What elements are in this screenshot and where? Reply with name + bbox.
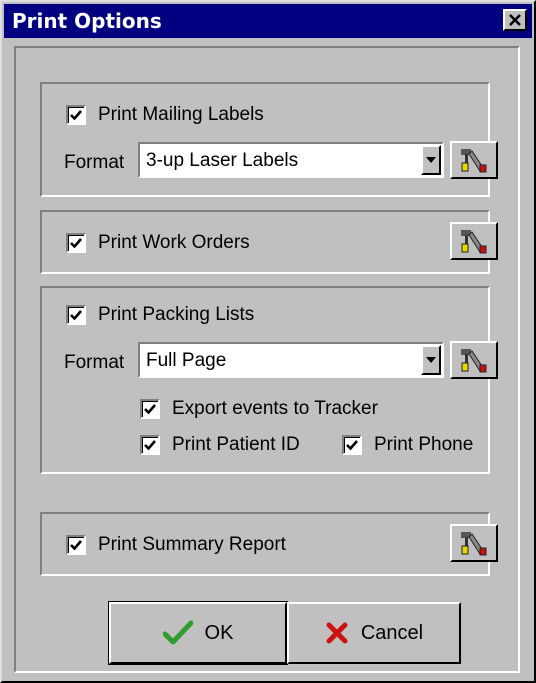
format-label: Format: [64, 152, 125, 173]
packing-lists-setup-button[interactable]: [450, 341, 498, 379]
dropdown-arrow-button[interactable]: [421, 345, 441, 375]
checkbox-box: [140, 435, 160, 455]
work-orders-setup-button[interactable]: [450, 222, 498, 260]
mailing-format-select[interactable]: 3-up Laser Labels: [138, 142, 444, 178]
dialog-client-area: Print Mailing Labels Format 3-up Laser L…: [14, 46, 520, 673]
checkmark-icon: [144, 440, 156, 451]
checkbox-label: Print Work Orders: [98, 232, 250, 253]
checkbox-box: [66, 535, 86, 555]
mailing-labels-group: Print Mailing Labels Format 3-up Laser L…: [40, 82, 498, 197]
print-options-dialog: Print Options Print Mailing Labels Forma…: [0, 0, 536, 683]
checkbox-box: [140, 399, 160, 419]
tools-setup-icon: [461, 230, 487, 254]
checkbox-box: [342, 435, 362, 455]
summary-report-setup-button[interactable]: [450, 524, 498, 562]
checkmark-icon: [70, 238, 82, 249]
select-value: 3-up Laser Labels: [146, 150, 299, 171]
select-value: Full Page: [146, 350, 227, 371]
cancel-label: Cancel: [360, 621, 424, 644]
summary-report-group: Print Summary Report: [40, 512, 498, 576]
chevron-down-icon: [426, 157, 436, 163]
green-check-icon: [162, 620, 193, 645]
red-x-icon: [326, 622, 348, 644]
close-icon: [509, 14, 521, 26]
tools-setup-icon: [461, 532, 487, 556]
print-phone-checkbox[interactable]: Print Phone: [342, 434, 473, 456]
checkbox-box: [66, 105, 86, 125]
print-patient-id-checkbox[interactable]: Print Patient ID: [140, 434, 300, 456]
chevron-down-icon: [426, 357, 436, 363]
format-label: Format: [64, 352, 125, 373]
print-packing-lists-checkbox[interactable]: Print Packing Lists: [66, 304, 254, 326]
mailing-labels-setup-button[interactable]: [450, 141, 498, 179]
checkbox-label: Print Mailing Labels: [98, 104, 264, 125]
checkmark-icon: [346, 440, 358, 451]
work-orders-group: Print Work Orders: [40, 210, 498, 274]
close-button[interactable]: [503, 9, 527, 31]
checkbox-box: [66, 233, 86, 253]
checkmark-icon: [144, 404, 156, 415]
checkbox-label: Print Patient ID: [172, 434, 300, 455]
checkmark-icon: [70, 540, 82, 551]
title-bar[interactable]: Print Options: [4, 4, 532, 38]
checkbox-box: [66, 305, 86, 325]
print-mailing-labels-checkbox[interactable]: Print Mailing Labels: [66, 104, 264, 126]
checkbox-label: Print Summary Report: [98, 534, 286, 555]
dialog-title: Print Options: [12, 9, 162, 33]
packing-lists-group: Print Packing Lists Format Full Page Exp…: [40, 286, 498, 474]
dropdown-arrow-button[interactable]: [421, 145, 441, 175]
ok-button[interactable]: OK: [108, 601, 288, 665]
print-summary-report-checkbox[interactable]: Print Summary Report: [66, 534, 286, 556]
tools-setup-icon: [461, 349, 487, 373]
checkbox-label: Print Packing Lists: [98, 304, 255, 325]
checkmark-icon: [70, 310, 82, 321]
ok-label: OK: [204, 621, 234, 644]
export-events-checkbox[interactable]: Export events to Tracker: [140, 398, 378, 420]
tools-setup-icon: [461, 149, 487, 173]
checkbox-label: Print Phone: [374, 434, 474, 455]
packing-format-select[interactable]: Full Page: [138, 342, 444, 378]
cancel-button[interactable]: Cancel: [287, 602, 461, 664]
print-work-orders-checkbox[interactable]: Print Work Orders: [66, 232, 250, 254]
checkmark-icon: [70, 110, 82, 121]
checkbox-label: Export events to Tracker: [172, 398, 378, 419]
